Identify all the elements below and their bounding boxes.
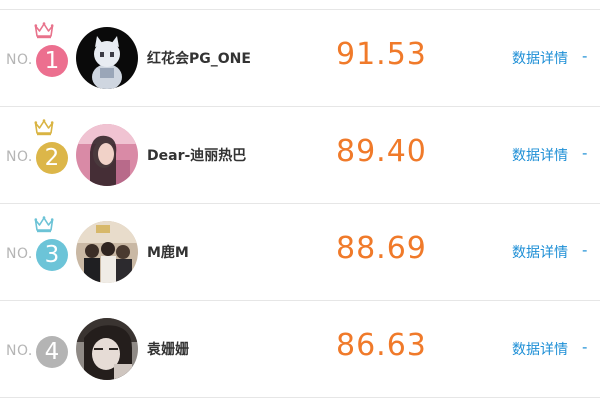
trend-dash: - — [582, 338, 588, 356]
score-value: 89.40 — [336, 134, 427, 169]
data-details-link[interactable]: 数据详情 — [512, 339, 568, 359]
data-details-link[interactable]: 数据详情 — [512, 48, 568, 68]
rank-badge: 3 — [36, 239, 68, 271]
data-details-link[interactable]: 数据详情 — [512, 145, 568, 165]
ranking-row-2: NO. 2 Dear-迪丽热巴 89.40 数据详情 - — [0, 107, 600, 204]
score-value: 91.53 — [336, 37, 427, 72]
rank-badge: 2 — [36, 142, 68, 174]
rank-prefix: NO. — [6, 149, 33, 165]
avatar-image[interactable] — [76, 318, 138, 380]
rank-prefix: NO. — [6, 52, 33, 68]
trend-dash: - — [582, 241, 588, 259]
avatar-image[interactable] — [76, 221, 138, 283]
artist-name[interactable]: M鹿M — [147, 242, 189, 262]
artist-name[interactable]: 红花会PG_ONE — [147, 48, 251, 68]
rank-prefix: NO. — [6, 343, 33, 359]
rank-badge: 1 — [36, 45, 68, 77]
crown-icon — [34, 119, 54, 136]
artist-name[interactable]: 袁姗姗 — [147, 339, 189, 359]
artist-name[interactable]: Dear-迪丽热巴 — [147, 145, 246, 165]
score-value: 88.69 — [336, 231, 427, 266]
score-value: 86.63 — [336, 328, 427, 363]
ranking-row-1: NO. 1 红花会PG_ONE 91.53 数据详情 - — [0, 10, 600, 107]
rank-badge: 4 — [36, 336, 68, 368]
avatar-image[interactable] — [76, 27, 138, 89]
crown-icon — [34, 216, 54, 233]
trend-dash: - — [582, 47, 588, 65]
trend-dash: - — [582, 144, 588, 162]
ranking-list: NO. 1 红花会PG_ONE 91.53 数据详情 - NO. 2 Dear-… — [0, 0, 600, 400]
avatar-image[interactable] — [76, 124, 138, 186]
ranking-row-3: NO. 3 M鹿M 88.69 数据详情 - — [0, 204, 600, 301]
crown-icon — [34, 22, 54, 39]
data-details-link[interactable]: 数据详情 — [512, 242, 568, 262]
rank-prefix: NO. — [6, 246, 33, 262]
ranking-row-4: NO. 4 袁姗姗 86.63 数据详情 - — [0, 301, 600, 398]
